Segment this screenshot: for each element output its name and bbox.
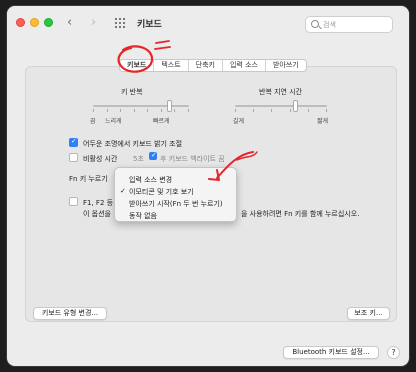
annotation-scribble bbox=[154, 40, 171, 50]
zoom-button[interactable] bbox=[44, 18, 53, 27]
backlight-label: 어두운 조명에서 키보드 밝기 조절 bbox=[83, 140, 183, 148]
key-repeat-fast: 빠르게 bbox=[153, 118, 170, 125]
fn-key-label: Fn 키 누르기 bbox=[69, 175, 108, 183]
tab-dictation[interactable]: 받아쓰기 bbox=[266, 60, 306, 71]
f-keys-label-line2-end: 을 사용하려면 Fn 키를 함께 누르십시오. bbox=[241, 210, 360, 218]
menu-item-emoji-symbols[interactable]: 이모티콘 및 기호 보기 bbox=[129, 187, 194, 197]
annotation-arrow bbox=[208, 151, 258, 181]
repeat-delay-short: 짧게 bbox=[317, 118, 329, 125]
key-repeat-label: 키 반복 bbox=[121, 88, 143, 96]
bluetooth-keyboard-button[interactable]: Bluetooth 키보드 설정... bbox=[283, 346, 379, 359]
f-keys-label-line2-start: 이 옵션을 bbox=[83, 210, 111, 218]
inactive-label-start: 비활성 시간 bbox=[83, 155, 118, 163]
menu-item-start-dictation[interactable]: 받아쓰기 시작(Fn 두 번 누르기) bbox=[129, 199, 223, 209]
key-repeat-knob[interactable] bbox=[167, 100, 172, 112]
tab-text[interactable]: 텍스트 bbox=[154, 60, 189, 71]
close-button[interactable] bbox=[16, 18, 25, 27]
repeat-delay-knob[interactable] bbox=[293, 100, 298, 112]
back-arrow-icon[interactable]: ‹ bbox=[67, 15, 72, 30]
search-icon bbox=[311, 20, 319, 28]
annotation-circle bbox=[117, 45, 154, 73]
menu-item-change-input-source[interactable]: 입력 소스 변경 bbox=[129, 175, 172, 185]
forward-arrow-icon[interactable]: › bbox=[91, 15, 96, 30]
preferences-window: ‹ › 키보드 검색 키보드 텍스트 단축키 입력 소스 받아쓰기 키 반복 끔… bbox=[6, 5, 410, 367]
inactive-stepper-icon[interactable] bbox=[149, 151, 157, 160]
repeat-delay-slider[interactable] bbox=[235, 100, 327, 112]
f-keys-checkbox[interactable] bbox=[69, 197, 78, 206]
keyboard-type-button[interactable]: 키보드 유형 변경... bbox=[33, 307, 107, 320]
show-all-grid-icon[interactable] bbox=[115, 18, 126, 28]
window-title: 키보드 bbox=[137, 20, 162, 30]
menu-item-do-nothing[interactable]: 동작 없음 bbox=[129, 211, 157, 221]
minimize-button[interactable] bbox=[30, 18, 39, 27]
key-repeat-slow: 느리게 bbox=[105, 118, 122, 125]
search-placeholder: 검색 bbox=[323, 21, 336, 29]
repeat-delay-label: 반복 지연 시간 bbox=[259, 88, 303, 96]
inactive-checkbox[interactable] bbox=[69, 153, 78, 162]
key-repeat-slider[interactable] bbox=[93, 100, 189, 112]
help-button[interactable]: ? bbox=[387, 346, 400, 359]
key-repeat-min: 끔 bbox=[90, 118, 96, 125]
checkmark-icon: ✓ bbox=[120, 187, 126, 195]
search-field[interactable]: 검색 bbox=[305, 16, 393, 33]
inactive-value: 5초 bbox=[133, 155, 144, 163]
tab-input-sources[interactable]: 입력 소스 bbox=[223, 60, 266, 71]
tab-shortcuts[interactable]: 단축키 bbox=[189, 60, 223, 71]
backlight-checkbox[interactable] bbox=[69, 137, 78, 147]
repeat-delay-long: 길게 bbox=[233, 118, 245, 125]
title-bar: ‹ › 키보드 검색 bbox=[7, 6, 409, 36]
f-keys-label-line1: F1, F2 등 bbox=[83, 199, 114, 207]
modifier-keys-button[interactable]: 보조 키... bbox=[347, 307, 390, 320]
